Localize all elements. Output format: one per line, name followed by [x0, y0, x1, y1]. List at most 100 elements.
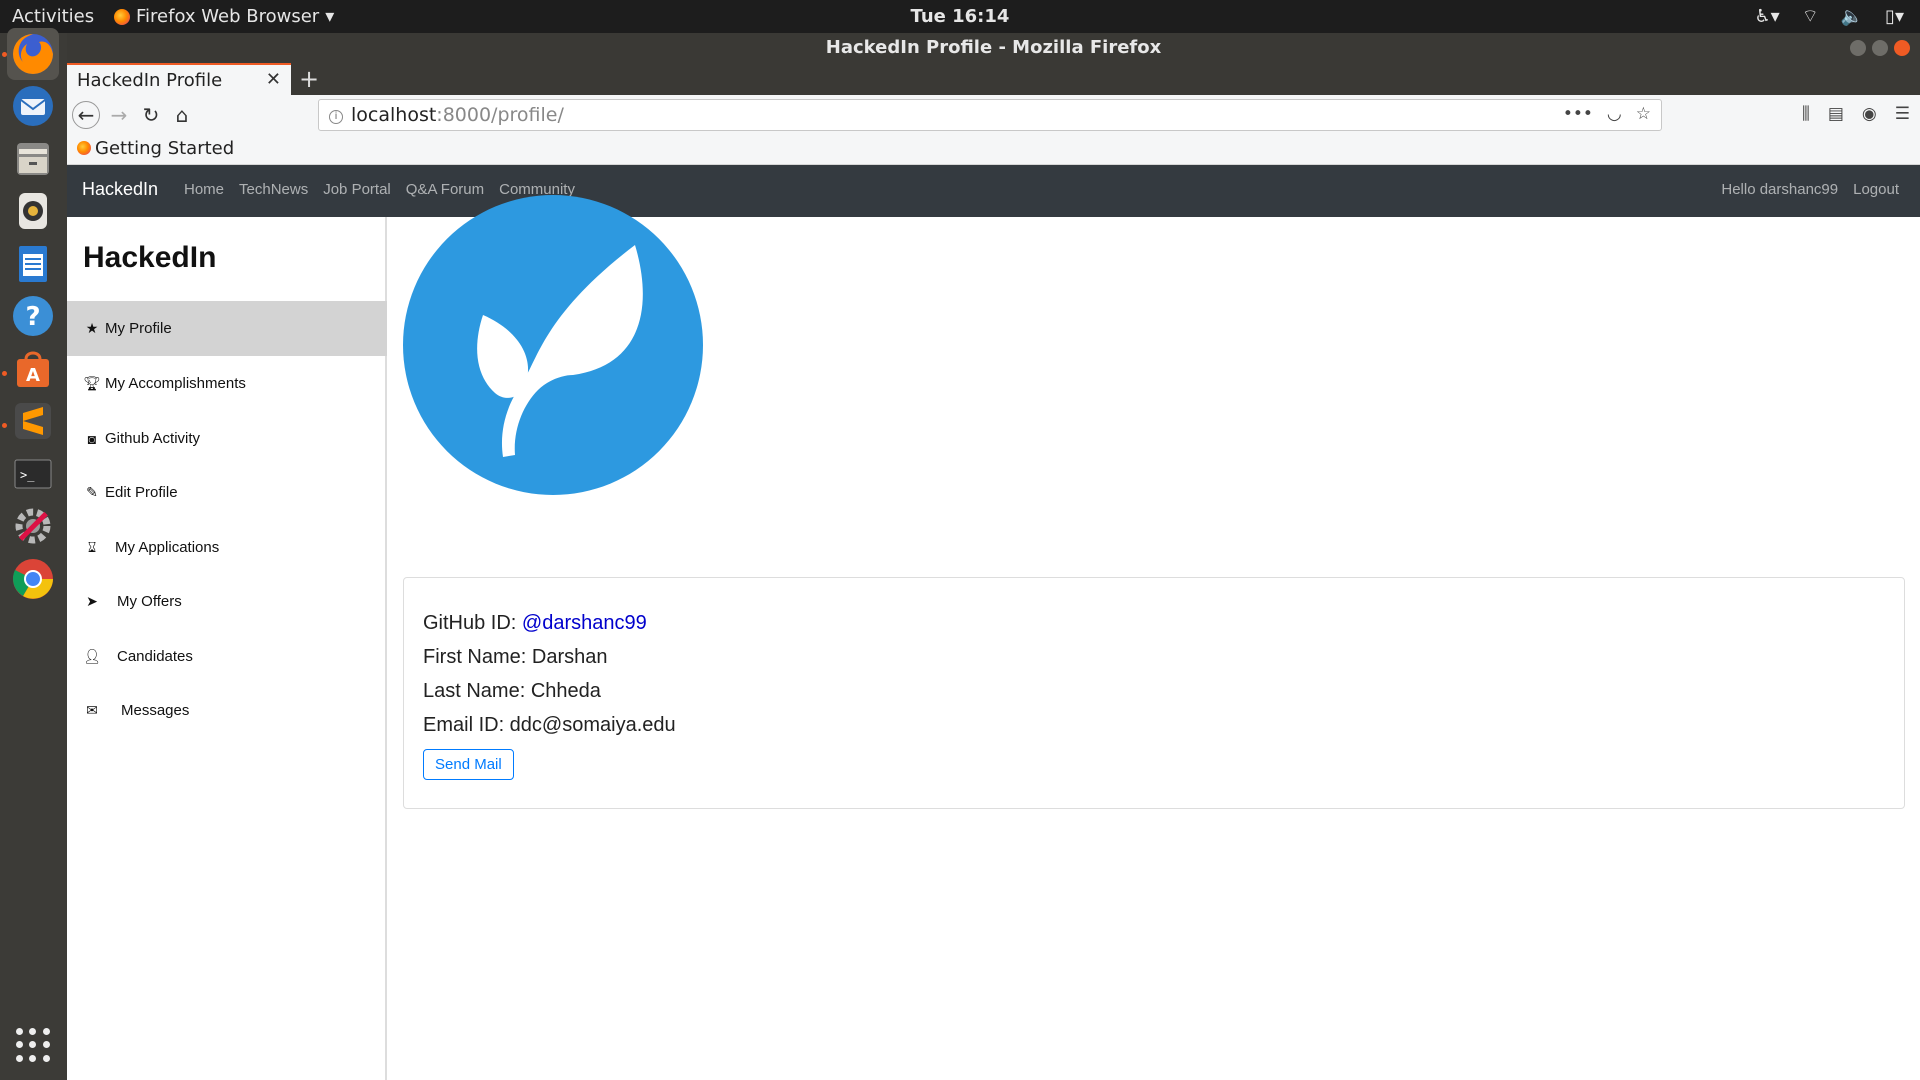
volume-icon[interactable]: 🔈 [1841, 6, 1863, 27]
github-id-label: GitHub ID: [423, 612, 522, 634]
account-icon[interactable]: ◉ [1862, 104, 1877, 124]
sidebar-item-label: My Profile [105, 320, 172, 337]
logout-link[interactable]: Logout [1853, 181, 1899, 198]
user-icon: 👤︎ [83, 648, 101, 664]
file-cabinet-icon [17, 143, 49, 175]
profile-sidebar: HackedIn ★ My Profile 🏆︎ My Accomplishment… [67, 217, 387, 1080]
firefox-icon [77, 141, 91, 155]
close-window-button[interactable] [1894, 40, 1910, 56]
maximize-button[interactable] [1872, 40, 1888, 56]
star-icon: ★ [85, 320, 99, 336]
forward-button[interactable]: → [105, 101, 133, 129]
help-launcher[interactable]: ? [7, 290, 59, 342]
help-icon: ? [13, 296, 53, 336]
tab-label: HackedIn Profile [77, 70, 223, 91]
thunderbird-launcher[interactable] [7, 80, 59, 132]
reload-button[interactable]: ↻ [137, 101, 165, 129]
sidebar-item-label: My Accomplishments [105, 375, 246, 392]
sidebar-item-my-accomplishments[interactable]: 🏆︎ My Accomplishments [67, 356, 387, 411]
navigation-toolbar: ← → ↻ ⌂ i localhost:8000/profile/ ••• ◡ ☆… [67, 95, 1920, 135]
sidebar-item-my-profile[interactable]: ★ My Profile [67, 301, 387, 356]
site-brand[interactable]: HackedIn [82, 179, 158, 200]
sidebar-item-label: Edit Profile [105, 484, 178, 501]
show-applications-icon[interactable] [16, 1028, 50, 1062]
tab-bar: HackedIn Profile ✕ + [67, 63, 1920, 95]
hamburger-menu-icon[interactable]: ☰ [1895, 104, 1910, 124]
last-name-row: Last Name: Chheda [423, 680, 601, 702]
user-greeting[interactable]: Hello darshanc99 [1721, 181, 1838, 198]
minimize-button[interactable] [1850, 40, 1866, 56]
sidebar-icon[interactable]: ▤ [1828, 104, 1844, 124]
battery-icon[interactable]: ▯▾ [1885, 6, 1904, 27]
app-menu-label: Firefox Web Browser [136, 6, 320, 27]
send-mail-button[interactable]: Send Mail [423, 749, 514, 780]
sidebar-item-edit-profile[interactable]: ✎ Edit Profile [67, 465, 387, 520]
envelope-icon: ✉ [86, 702, 98, 718]
pocket-icon[interactable]: ◡ [1607, 104, 1622, 124]
settings-launcher[interactable] [7, 500, 59, 552]
activities-button[interactable]: Activities [12, 6, 94, 27]
nav-link-technews[interactable]: TechNews [239, 181, 308, 198]
sidebar-item-label: My Applications [115, 539, 220, 556]
sidebar-item-label: Candidates [117, 648, 193, 665]
mail-icon [13, 86, 53, 126]
chrome-icon [13, 559, 53, 599]
sublime-launcher[interactable] [7, 395, 59, 447]
bookmark-getting-started[interactable]: Getting Started [77, 138, 234, 159]
bookmark-label: Getting Started [95, 138, 235, 159]
shopping-bag-icon: A [17, 351, 49, 387]
sublime-text-icon [15, 403, 51, 439]
url-path: :8000/profile/ [436, 104, 564, 126]
sidebar-item-label: Messages [121, 702, 190, 719]
close-icon[interactable]: ✕ [266, 69, 281, 90]
speaker-icon [19, 193, 47, 229]
leaf-icon [477, 245, 643, 457]
settings-icon [15, 508, 51, 544]
writer-launcher[interactable] [7, 238, 59, 290]
url-bar[interactable]: i localhost:8000/profile/ ••• ◡ ☆ [318, 99, 1662, 131]
home-button[interactable]: ⌂ [168, 101, 196, 129]
svg-text:?: ? [25, 302, 40, 332]
nav-link-job-portal[interactable]: Job Portal [323, 181, 391, 198]
trophy-icon: 🏆︎ [83, 375, 101, 391]
sidebar-item-label: My Offers [117, 593, 182, 610]
wifi-icon[interactable]: ⌔ [1802, 5, 1819, 28]
rhythmbox-launcher[interactable] [7, 185, 59, 237]
app-menu[interactable]: Firefox Web Browser ▾ [114, 6, 334, 27]
sidebar-item-messages[interactable]: ✉ Messages [67, 683, 387, 738]
svg-text:>_: >_ [20, 468, 35, 482]
accessibility-icon[interactable]: ♿▾ [1755, 6, 1780, 27]
running-indicator [2, 371, 7, 376]
chrome-launcher[interactable] [7, 553, 59, 605]
terminal-launcher[interactable]: >_ [7, 448, 59, 500]
terminal-icon: >_ [14, 459, 52, 489]
library-icon[interactable]: ⫼ [1802, 104, 1810, 124]
github-id-link[interactable]: @darshanc99 [522, 612, 647, 634]
nav-link-home[interactable]: Home [184, 181, 224, 198]
github-id-row: GitHub ID: @darshanc99 [423, 606, 1885, 640]
chevron-down-icon: ▾ [325, 6, 335, 27]
sidebar-item-candidates[interactable]: 👤︎ Candidates [67, 629, 387, 684]
software-launcher[interactable]: A [7, 343, 59, 395]
sidebar-item-my-applications[interactable]: ⌛︎ My Applications [67, 520, 387, 575]
profile-avatar [403, 195, 703, 495]
back-button[interactable]: ← [72, 101, 100, 129]
firefox-icon [13, 34, 53, 74]
page-actions-icon[interactable]: ••• [1563, 104, 1593, 124]
sidebar-item-github-activity[interactable]: ◙ Github Activity [67, 411, 387, 466]
firefox-launcher[interactable] [7, 28, 59, 80]
info-icon[interactable]: i [329, 110, 343, 124]
files-launcher[interactable] [7, 133, 59, 185]
clock[interactable]: Tue 16:14 [911, 6, 1010, 27]
running-indicator [2, 423, 7, 428]
new-tab-button[interactable]: + [299, 65, 319, 93]
bookmark-star-icon[interactable]: ☆ [1636, 104, 1651, 124]
tab-hackedin-profile[interactable]: HackedIn Profile ✕ [67, 63, 291, 95]
url-host: localhost [351, 104, 437, 126]
send-icon: ➤ [86, 593, 98, 609]
sidebar-item-my-offers[interactable]: ➤ My Offers [67, 574, 387, 629]
system-tray[interactable]: ♿▾ ⌔ 🔈 ▯▾ [1755, 5, 1904, 28]
sidebar-title: HackedIn [83, 241, 217, 274]
dock: ? A >_ [0, 28, 67, 1080]
page-content: HackedIn Home TechNews Job Portal Q&A Fo… [67, 165, 1920, 1080]
